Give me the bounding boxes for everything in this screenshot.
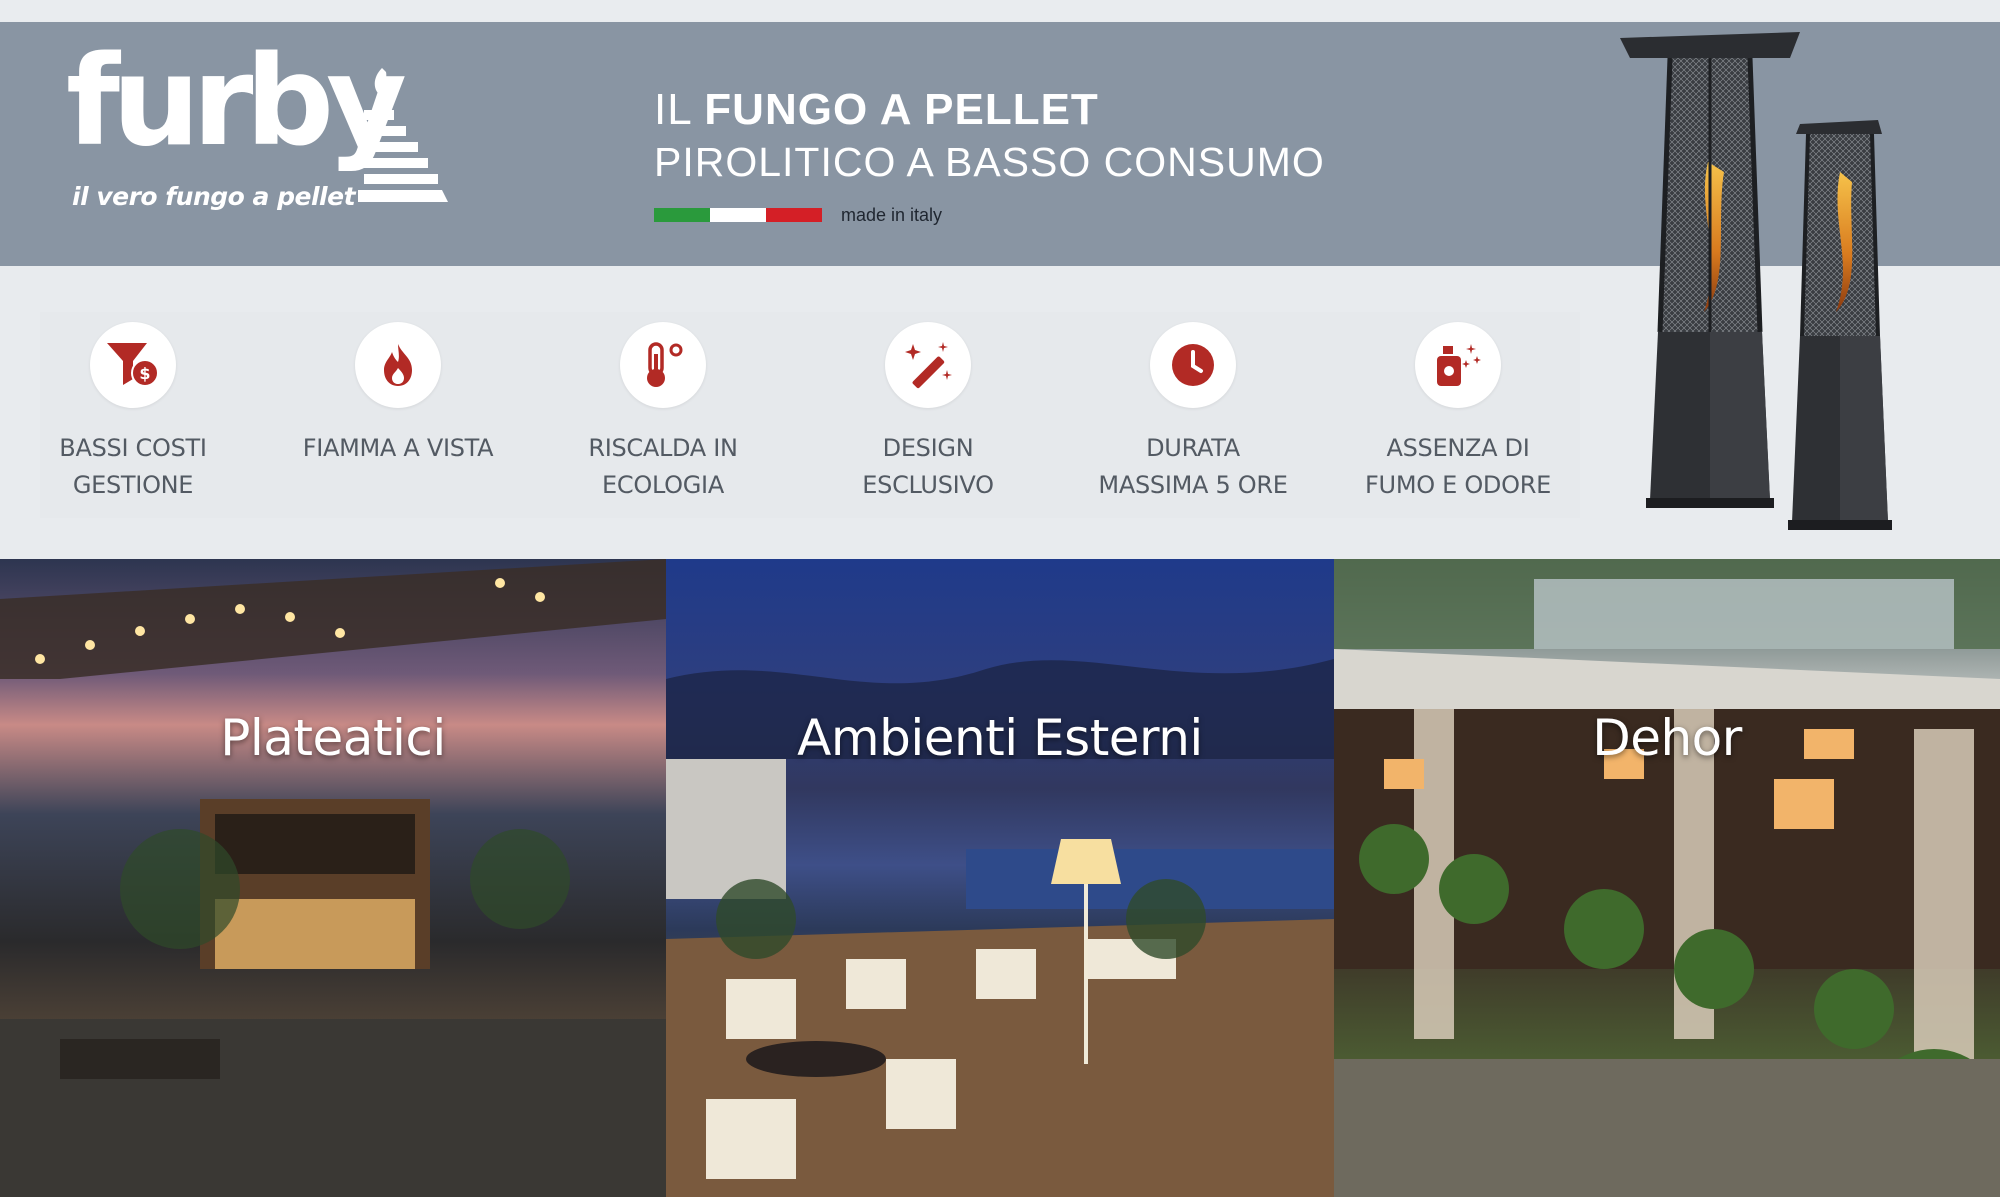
flame-stack-logo-icon: [358, 68, 448, 202]
feature-label: DURATA MASSIMA 5 ORE: [1098, 434, 1288, 499]
photo-title: Dehor: [1592, 709, 1742, 767]
feature-max-duration: DURATA MASSIMA 5 ORE: [1073, 322, 1313, 504]
svg-text:$: $: [139, 364, 150, 383]
rooftop-bar-scene: [0, 559, 666, 1197]
feature-icon-circle: [1415, 322, 1501, 408]
headline-line-2: PIROLITICO A BASSO CONSUMO: [654, 139, 1325, 185]
headline-bold: FUNGO A PELLET: [704, 85, 1099, 134]
feature-icon-circle: [885, 322, 971, 408]
feature-label: ASSENZA DI FUMO E ODORE: [1365, 434, 1551, 499]
headline-line-1: IL FUNGO A PELLET: [654, 84, 1325, 136]
top-strip: [0, 0, 2000, 22]
logo-wordmark: furby: [66, 30, 407, 174]
feature-label: FIAMMA A VISTA: [302, 434, 494, 462]
feature-eco-heating: RISCALDA IN ECOLOGIA: [543, 322, 783, 504]
flame-icon: [384, 344, 412, 386]
feature-label: RISCALDA IN ECOLOGIA: [588, 434, 738, 499]
feature-no-smoke-odor: ASSENZA DI FUMO E ODORE: [1338, 322, 1578, 504]
made-in-italy-label: made in italy: [841, 205, 943, 225]
feature-label: DESIGN ESCLUSIVO: [862, 434, 994, 499]
photo-ambienti-esterni[interactable]: Ambienti Esterni: [666, 559, 1334, 1197]
feature-icon-circle: $: [90, 322, 176, 408]
feature-label: BASSI COSTI GESTIONE: [59, 434, 207, 499]
photo-plateatici[interactable]: Plateatici: [0, 559, 666, 1197]
headline-prefix: IL: [654, 85, 692, 134]
flag-red-stripe: [766, 208, 822, 222]
feature-low-costs: $ BASSI COSTI GESTIONE: [13, 322, 253, 504]
dehor-restaurant-scene: [1334, 559, 2000, 1197]
photo-title: Plateatici: [220, 709, 446, 767]
spray-bottle-icon: [1437, 344, 1481, 386]
italian-flag: [654, 208, 822, 222]
flag-green-stripe: [654, 208, 710, 222]
feature-icon-circle: [620, 322, 706, 408]
headline: IL FUNGO A PELLET PIROLITICO A BASSO CON…: [654, 84, 1325, 188]
brand-logo[interactable]: furby il vero fungo a pellet: [66, 40, 466, 230]
photo-dehor[interactable]: Dehor: [1334, 559, 2000, 1197]
pellet-heaters-product-image: [1620, 32, 1892, 530]
funnel-dollar-icon: $: [107, 343, 159, 387]
clock-icon: [1172, 344, 1214, 386]
feature-icon-circle: [1150, 322, 1236, 408]
magic-wand-icon: [905, 342, 952, 389]
seaside-terrace-scene: [666, 659, 1334, 1197]
feature-icon-circle: [355, 322, 441, 408]
photo-strip: Plateatici Ambienti Esterni Dehor: [0, 559, 2000, 1197]
feature-visible-flame: FIAMMA A VISTA: [278, 322, 518, 467]
photo-title: Ambienti Esterni: [797, 709, 1203, 767]
feature-exclusive-design: DESIGN ESCLUSIVO: [808, 322, 1048, 504]
logo-tagline: il vero fungo a pellet: [72, 182, 356, 211]
flag-white-stripe: [710, 208, 766, 222]
thermometer-icon: [647, 342, 683, 387]
